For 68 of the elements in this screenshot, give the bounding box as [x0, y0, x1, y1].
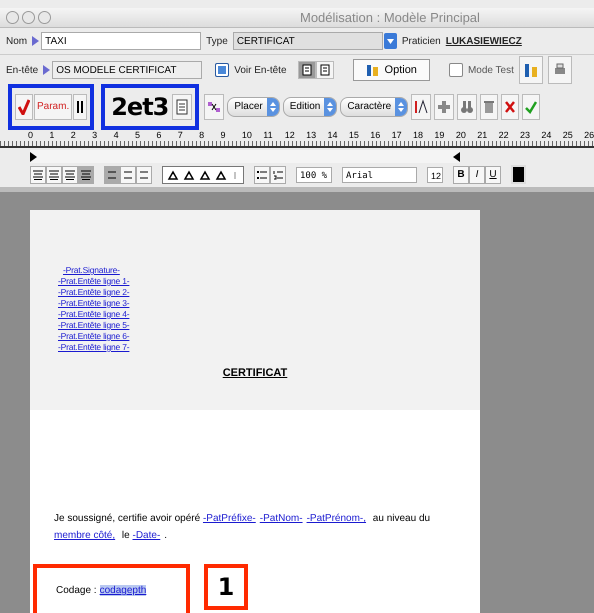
- ruler-number: 25: [562, 128, 574, 142]
- font-size-field[interactable]: 12: [427, 166, 443, 183]
- option-button[interactable]: Option: [352, 59, 430, 82]
- field-link[interactable]: -Prat.Entête ligne 6-: [58, 331, 130, 342]
- field-link[interactable]: -Prat.Entête ligne 1-: [58, 276, 130, 288]
- field-link[interactable]: -Prat.Entête ligne 4-: [58, 309, 130, 320]
- field-label: Type: [206, 36, 228, 47]
- ruler-number: 4: [114, 128, 120, 142]
- ruler-number: 8: [199, 128, 206, 142]
- header-field[interactable]: OS MODELE CERTIFICAT: [52, 61, 202, 80]
- ruler-number: 22: [498, 128, 510, 142]
- ruler-number: 6: [156, 128, 162, 142]
- paragraph: Je soussigné, certifie avoir opéré -PatPréfixe- -PatNom- -PatPrénom-, au niveau du membre côté, le -Date- .: [54, 512, 432, 544]
- window-title: Modélisation : Modèle Principal: [300, 10, 480, 26]
- codage-label: Codage :: [56, 585, 97, 596]
- param-button[interactable]: Param.: [34, 94, 72, 120]
- ruler-number: 16: [370, 128, 382, 142]
- ruler-number: 10: [242, 128, 253, 142]
- ruler-number: 7: [178, 128, 184, 142]
- field-link[interactable]: membre côté,: [54, 530, 116, 542]
- ruler-number: 18: [413, 128, 424, 142]
- ruler-number: 3: [92, 128, 98, 142]
- popup-menu[interactable]: Placer: [227, 96, 280, 117]
- text-style-button[interactable]: U: [485, 166, 501, 184]
- type-dropdown[interactable]: CERTIFICAT: [232, 32, 383, 50]
- checkbox-label: Mode Test: [468, 64, 514, 76]
- popup-menu[interactable]: Caractère: [340, 96, 408, 117]
- ruler-number: 11: [263, 128, 274, 142]
- field-link[interactable]: -PatPrénom-,: [306, 513, 366, 524]
- ruler-number: 1: [49, 128, 56, 142]
- annotation-label: 1: [204, 564, 248, 610]
- text-style-button[interactable]: I: [469, 166, 485, 184]
- ruler-number: 5: [134, 128, 141, 142]
- ruler-number: 19: [434, 128, 446, 142]
- field-link[interactable]: -Prat.Entête ligne 7-: [58, 342, 130, 354]
- ruler-number: 9: [220, 128, 227, 142]
- ruler-number: 23: [520, 128, 531, 142]
- font-field[interactable]: Arial: [342, 166, 417, 183]
- name-field[interactable]: TAXI: [41, 32, 202, 50]
- field-link[interactable]: -PatNom-: [260, 513, 303, 524]
- ruler-number: 14: [327, 128, 338, 142]
- field-link[interactable]: -PatPréfixe-: [202, 513, 256, 524]
- ruler-number: 21: [477, 128, 488, 142]
- field-link[interactable]: -Prat.Entête ligne 2-: [58, 287, 130, 298]
- field-label: Nom: [6, 36, 28, 47]
- field-link[interactable]: -Prat.Entête ligne 3-: [58, 298, 130, 310]
- field-link[interactable]: -Prat.Signature-: [63, 265, 120, 276]
- ruler-number: 15: [348, 128, 360, 142]
- text-style-button[interactable]: B: [453, 166, 469, 184]
- field-link[interactable]: -Prat.Entête ligne 5-: [58, 320, 130, 332]
- ruler-number: 13: [306, 128, 318, 142]
- field-link[interactable]: -Date-: [132, 530, 160, 542]
- ruler-number: 17: [392, 128, 403, 142]
- ruler-number: 12: [284, 128, 296, 142]
- ruler-number: 20: [456, 128, 467, 142]
- field-label: En-tête: [6, 64, 38, 76]
- field-link[interactable]: codagepth: [100, 585, 146, 596]
- ruler-number: 26: [584, 128, 594, 142]
- ruler-number: 0: [28, 128, 34, 142]
- practitioner-link[interactable]: LUKASIEWIECZ: [446, 36, 522, 47]
- ruler-number: 24: [541, 128, 552, 142]
- zoom-field[interactable]: 100 %: [296, 166, 332, 183]
- field-label: Praticien: [402, 36, 441, 47]
- annotation-label: 2et3: [110, 94, 170, 119]
- document-title: CERTIFICAT: [222, 367, 288, 380]
- checkbox-label: Voir En-tête: [234, 64, 287, 76]
- ruler-number: 2: [70, 128, 77, 142]
- popup-menu[interactable]: Edition: [282, 96, 338, 117]
